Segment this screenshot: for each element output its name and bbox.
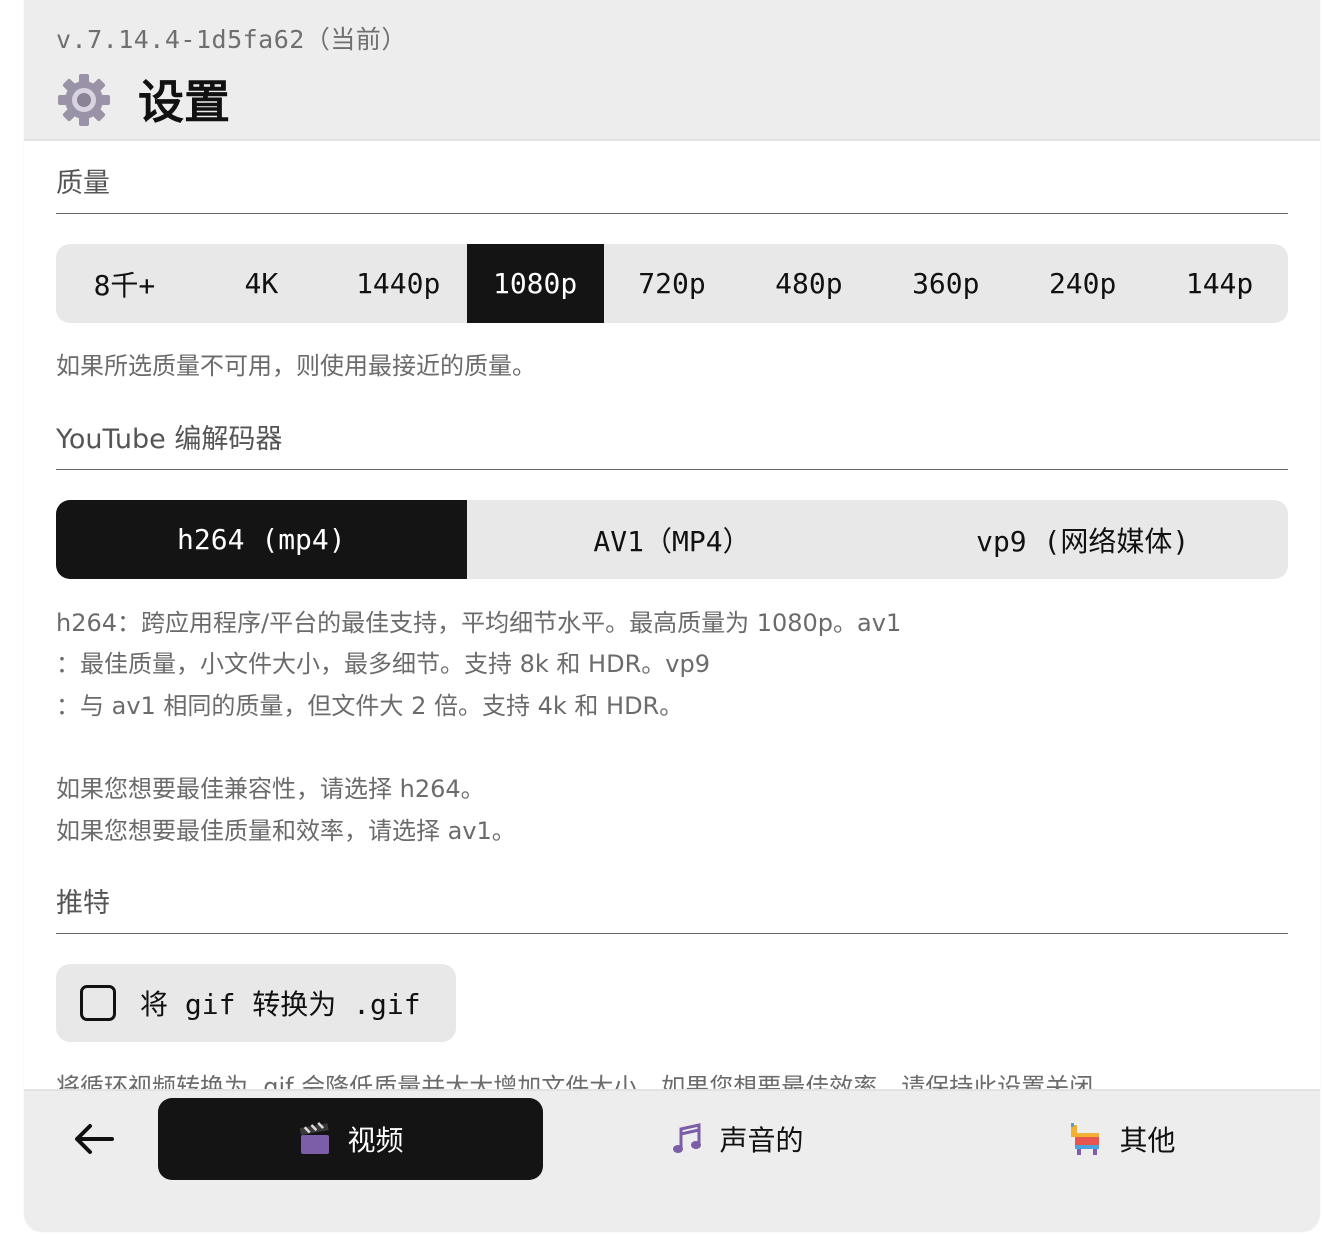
pinata-icon	[1071, 1123, 1100, 1155]
quality-help-text: 如果所选质量不可用，则使用最接近的质量。	[56, 352, 536, 380]
tab-video-label: 视频	[347, 1124, 404, 1157]
tab-audio[interactable]: 声音的	[544, 1098, 929, 1180]
codec-help-line: 如果您想要最佳兼容性，请选择 h264。	[56, 775, 485, 803]
tab-video[interactable]: 视频	[158, 1098, 543, 1180]
checkbox[interactable]	[80, 985, 116, 1021]
codec-help-line: h264：跨应用程序/平台的最佳支持，平均细节水平。最高质量为 1080p。av…	[56, 609, 902, 637]
codec-help-line: 如果您想要最佳质量和效率，请选择 av1。	[56, 817, 516, 845]
codec-selector: h264 (mp4) AV1（MP4） vp9 (网络媒体)	[56, 500, 1288, 579]
quality-option-1080p[interactable]: 1080p	[466, 244, 604, 323]
twitter-help-text: 将循环视频转换为 .gif 会降低质量并大大增加文件大小。如果您想要最佳效率，请…	[56, 1073, 1118, 1089]
quality-option-8k[interactable]: 8千+	[56, 244, 193, 323]
quality-option-240p[interactable]: 240p	[1014, 244, 1151, 323]
quality-option-480p[interactable]: 480p	[740, 244, 877, 323]
tab-other-label: 其他	[1119, 1124, 1176, 1157]
version-label: v.7.14.4-1d5fa62（当前）	[56, 25, 407, 54]
settings-content: 质量 8千+ 4K 1440p 1080p 720p 480p 360p 240…	[56, 141, 1288, 1089]
music-notes-icon	[673, 1123, 702, 1153]
tab-audio-label: 声音的	[719, 1124, 804, 1157]
codec-option-av1[interactable]: AV1（MP4）	[467, 500, 878, 579]
quality-option-1440p[interactable]: 1440p	[330, 244, 467, 323]
settings-header: v.7.14.4-1d5fa62（当前） 设置	[24, 0, 1320, 141]
twitter-section-title: 推特	[56, 888, 110, 919]
codec-section-title: YouTube 编解码器	[56, 424, 283, 455]
page-title: 设置	[138, 75, 230, 129]
codec-help-line: ：与 av1 相同的质量，但文件大 2 倍。支持 4k 和 HDR。	[56, 692, 684, 720]
codec-option-vp9[interactable]: vp9 (网络媒体)	[877, 500, 1288, 579]
bottom-navigation: 视频 声音的 其他	[24, 1089, 1320, 1232]
quality-section-title: 质量	[56, 168, 110, 199]
tab-other[interactable]: 其他	[930, 1098, 1315, 1180]
divider	[56, 933, 1288, 934]
quality-selector: 8千+ 4K 1440p 1080p 720p 480p 360p 240p 1…	[56, 244, 1288, 323]
convert-gif-label: 将 gif 转换为 .gif	[140, 988, 421, 1021]
convert-gif-toggle[interactable]: 将 gif 转换为 .gif	[56, 964, 456, 1042]
quality-option-4k[interactable]: 4K	[193, 244, 330, 323]
gear-icon	[58, 74, 110, 126]
settings-panel: v.7.14.4-1d5fa62（当前） 设置 质量 8千+ 4K 1440p …	[24, 0, 1320, 1232]
divider	[56, 469, 1288, 470]
arrow-left-icon	[75, 1124, 114, 1154]
codec-help-line: ：最佳质量，小文件大小，最多细节。支持 8k 和 HDR。vp9	[56, 650, 710, 678]
quality-option-144p[interactable]: 144p	[1151, 244, 1288, 323]
codec-option-h264[interactable]: h264 (mp4)	[56, 500, 467, 579]
quality-option-720p[interactable]: 720p	[604, 244, 741, 323]
quality-option-360p[interactable]: 360p	[877, 244, 1014, 323]
back-button[interactable]	[64, 1113, 124, 1165]
divider	[56, 213, 1288, 214]
clapperboard-icon	[300, 1121, 330, 1154]
